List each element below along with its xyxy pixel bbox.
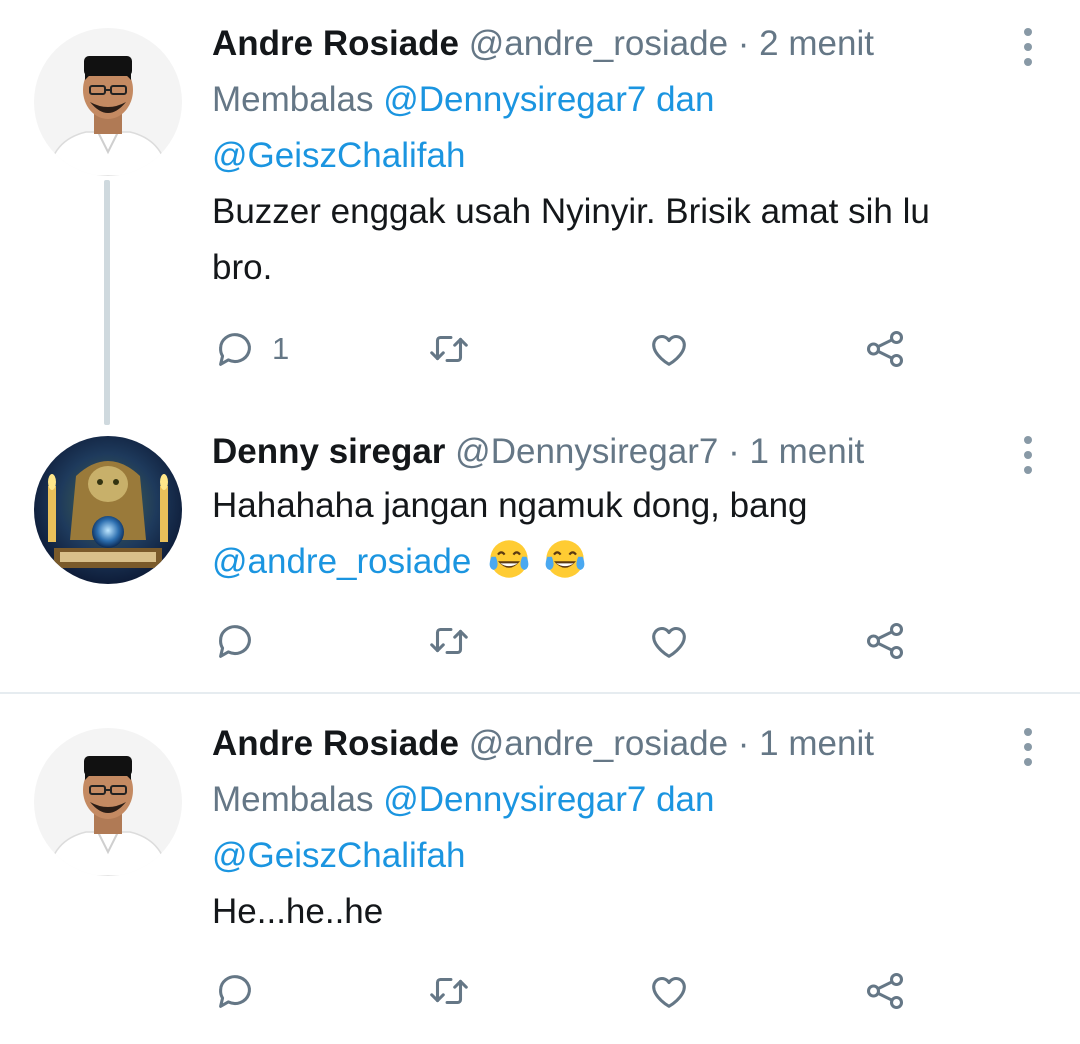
share-button[interactable] [862,324,908,374]
avatar[interactable] [34,28,182,176]
mention-link[interactable]: @GeiszChalifah [212,836,465,875]
reply-icon [219,975,251,1008]
avatar[interactable] [34,436,182,584]
retweet-icon [430,977,468,1005]
display-name[interactable]: Andre Rosiade [212,24,459,63]
tears-of-joy-emoji-icon [489,540,529,578]
tweet-text: He...he..he [212,884,1010,940]
like-button[interactable] [646,324,692,374]
handle[interactable]: @andre_rosiade [469,24,728,63]
thread-line [104,180,110,425]
like-icon [652,627,686,658]
retweet-button[interactable] [426,966,472,1016]
tweet-1[interactable]: Andre Rosiade @andre_rosiade · 2 menit M… [0,0,1080,425]
tweet-header: Andre Rosiade @andre_rosiade · 1 menit [212,722,1010,766]
like-icon [652,335,686,366]
tweet-header: Denny siregar @Dennysiregar7 · 1 menit [212,430,1010,474]
replying-to: Membalas @Dennysiregar7 dan @GeiszChalif… [212,72,1010,184]
replying-to: Membalas @Dennysiregar7 dan @GeiszChalif… [212,772,1010,884]
more-icon[interactable] [1022,28,1034,66]
handle[interactable]: @Dennysiregar7 [455,432,718,471]
avatar[interactable] [34,728,182,876]
separator: · [737,24,750,63]
mention-link[interactable]: @andre_rosiade [212,542,471,581]
replying-conjunction: dan [656,80,715,119]
timestamp[interactable]: 1 menit [759,724,874,763]
share-button[interactable] [862,966,908,1016]
retweet-button[interactable] [426,616,472,666]
replying-prefix: Membalas [212,780,374,819]
emoji-group [485,540,587,581]
mention-link[interactable]: @Dennysiregar7 [383,780,646,819]
separator: · [737,724,750,763]
display-name[interactable]: Andre Rosiade [212,724,459,763]
replying-prefix: Membalas [212,80,374,119]
share-icon [866,622,904,660]
tweet-text-line: Buzzer enggak usah Nyinyir. Brisik amat … [212,192,930,231]
reply-icon [219,333,251,366]
mention-link[interactable]: @GeiszChalifah [212,136,465,175]
more-icon[interactable] [1022,728,1034,766]
timestamp[interactable]: 2 menit [759,24,874,63]
reply-button[interactable] [212,966,258,1016]
more-icon[interactable] [1022,436,1034,474]
tweet-text-line: Hahahaha jangan ngamuk dong, bang [212,486,808,525]
tweet-text-line: bro. [212,248,273,287]
tweet-2[interactable]: Denny siregar @Dennysiregar7 · 1 menit H… [0,420,1080,692]
like-button[interactable] [646,616,692,666]
tweet-text: Hahahaha jangan ngamuk dong, bang @andre… [212,478,1010,590]
display-name[interactable]: Denny siregar [212,432,445,471]
handle[interactable]: @andre_rosiade [469,724,728,763]
share-icon [866,972,904,1010]
retweet-icon [430,335,468,363]
tweet-3[interactable]: Andre Rosiade @andre_rosiade · 1 menit M… [0,694,1080,1044]
reply-count: 1 [272,331,290,366]
tweet-header: Andre Rosiade @andre_rosiade · 2 menit [212,22,1010,66]
share-button[interactable] [862,616,908,666]
retweet-button[interactable] [426,324,472,374]
separator: · [728,432,740,471]
tweet-text: Buzzer enggak usah Nyinyir. Brisik amat … [212,184,1010,296]
timestamp[interactable]: 1 menit [749,432,864,471]
tears-of-joy-emoji-icon [545,540,585,578]
replying-conjunction: dan [656,780,715,819]
tweet-text-line: He...he..he [212,892,384,931]
like-icon [652,977,686,1008]
retweet-icon [430,627,468,655]
reply-button[interactable]: 1 [212,324,289,374]
reply-icon [219,625,251,658]
reply-button[interactable] [212,616,258,666]
share-icon [866,330,904,368]
mention-link[interactable]: @Dennysiregar7 [383,80,646,119]
like-button[interactable] [646,966,692,1016]
